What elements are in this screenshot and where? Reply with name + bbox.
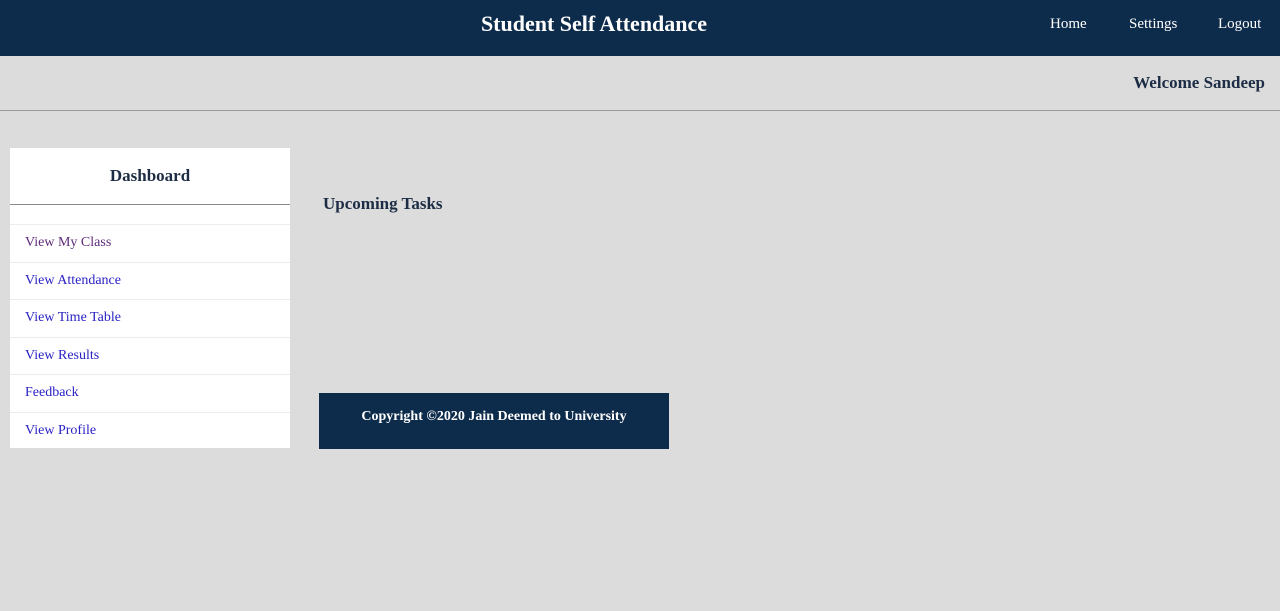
nav-logout-link[interactable]: Logout (1218, 15, 1261, 33)
nav-settings-link[interactable]: Settings (1129, 15, 1177, 33)
sidebar-item-view-my-class[interactable]: View My Class (10, 225, 290, 263)
dashboard-sidebar: Dashboard View My Class View Attendance … (10, 148, 290, 448)
app-title: Student Self Attendance (480, 11, 708, 36)
welcome-bar: Welcome Sandeep (0, 56, 1280, 111)
sidebar-item-view-time-table[interactable]: View Time Table (10, 300, 290, 338)
sidebar-item-view-attendance[interactable]: View Attendance (10, 263, 290, 300)
sidebar-title: Dashboard (10, 148, 290, 205)
upcoming-tasks-heading: Upcoming Tasks (323, 194, 443, 213)
sidebar-item-view-results[interactable]: View Results (10, 338, 290, 375)
top-navbar: Student Self Attendance Home Settings Lo… (0, 0, 1280, 56)
nav-home-link[interactable]: Home (1050, 15, 1087, 33)
sidebar-item-feedback[interactable]: Feedback (10, 375, 290, 413)
welcome-message: Welcome Sandeep (1133, 73, 1265, 92)
copyright-footer: Copyright ©2020 Jain Deemed to Universit… (319, 393, 669, 449)
sidebar-spacer (10, 205, 290, 225)
sidebar-item-view-profile[interactable]: View Profile (10, 413, 290, 450)
